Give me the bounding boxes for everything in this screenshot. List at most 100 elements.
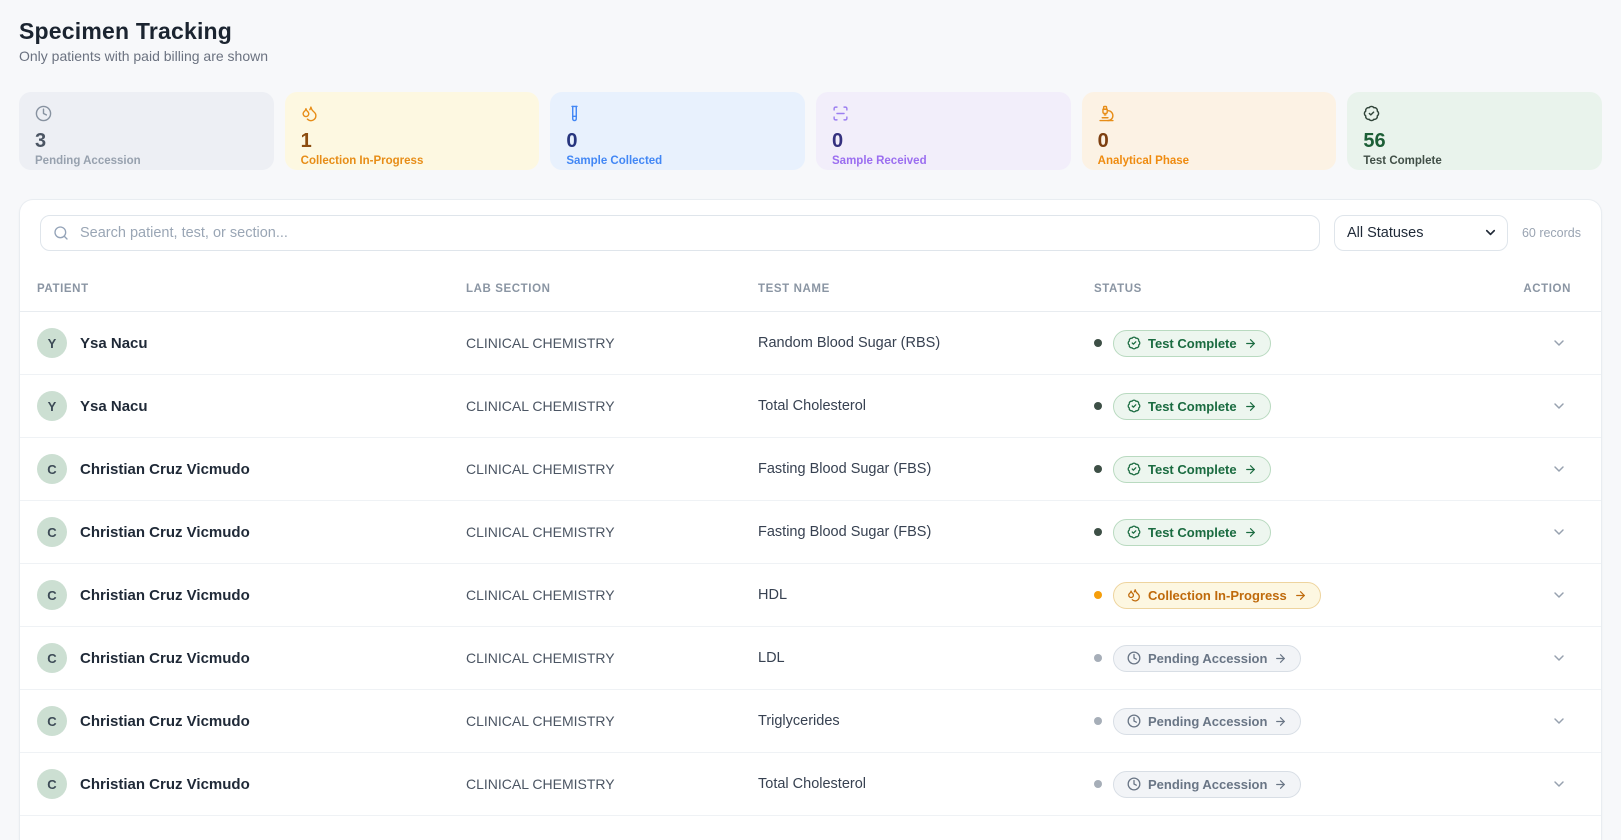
test-name: Triglycerides [758, 713, 840, 729]
stat-count: 56 [1363, 130, 1386, 152]
test-tube-icon [566, 105, 583, 122]
patient-name: Christian Cruz Vicmudo [80, 523, 250, 541]
chevron-down-icon [1551, 650, 1567, 666]
arrow-right-icon [1244, 463, 1257, 476]
column-header-action: ACTION [1523, 282, 1571, 295]
test-name: Fasting Blood Sugar (FBS) [758, 461, 932, 477]
row-expand-button[interactable] [1547, 457, 1571, 481]
badge-check-icon [1127, 399, 1141, 413]
column-header-status: STATUS [1094, 282, 1142, 295]
table-row: C Christian Cruz Vicmudo CLINICAL CHEMIS… [20, 690, 1601, 753]
row-expand-button[interactable] [1547, 646, 1571, 670]
arrow-right-icon [1274, 778, 1287, 791]
page-subtitle: Only patients with paid billing are show… [19, 48, 269, 64]
stat-count: 0 [566, 130, 578, 152]
table-row: C Christian Cruz Vicmudo CLINICAL CHEMIS… [20, 627, 1601, 690]
chevron-down-icon [1551, 398, 1567, 414]
row-expand-button[interactable] [1547, 583, 1571, 607]
table-toolbar: All Statuses 60 records [20, 200, 1601, 266]
scan-line-icon [832, 105, 849, 122]
badge-check-icon [1363, 105, 1380, 122]
status-dot [1094, 780, 1102, 788]
row-expand-button[interactable] [1547, 709, 1571, 733]
status-label: Collection In-Progress [1148, 587, 1287, 603]
avatar: C [37, 643, 67, 673]
status-dot [1094, 402, 1102, 410]
status-badge[interactable]: Test Complete [1113, 392, 1271, 420]
stat-count: 0 [1097, 130, 1109, 152]
status-label: Test Complete [1148, 524, 1237, 540]
table-body: Y Ysa Nacu CLINICAL CHEMISTRY Random Blo… [20, 312, 1601, 816]
badge-check-icon [1127, 336, 1141, 350]
status-label: Pending Accession [1148, 650, 1268, 666]
test-name: HDL [758, 587, 788, 603]
status-badge[interactable]: Collection In-Progress [1113, 581, 1321, 609]
records-count: 60 records [1521, 226, 1581, 240]
row-expand-button[interactable] [1547, 520, 1571, 544]
status-dot [1094, 528, 1102, 536]
column-header-test-name: TEST NAME [758, 282, 830, 295]
status-badge[interactable]: Test Complete [1113, 455, 1271, 483]
avatar: C [37, 517, 67, 547]
patient-name: Christian Cruz Vicmudo [80, 775, 250, 793]
status-label: Pending Accession [1148, 713, 1268, 729]
test-name: LDL [758, 650, 785, 666]
patient-name: Christian Cruz Vicmudo [80, 586, 250, 604]
stat-count: 0 [832, 130, 844, 152]
status-dot [1094, 591, 1102, 599]
status-label: Test Complete [1148, 398, 1237, 414]
stat-label: Analytical Phase [1097, 155, 1190, 167]
row-expand-button[interactable] [1547, 331, 1571, 355]
test-name: Total Cholesterol [758, 776, 866, 792]
table-row: C Christian Cruz Vicmudo CLINICAL CHEMIS… [20, 564, 1601, 627]
stat-label: Sample Collected [566, 155, 663, 167]
status-filter: All Statuses [1333, 215, 1508, 251]
lab-section: CLINICAL CHEMISTRY [466, 398, 615, 414]
test-name: Fasting Blood Sugar (FBS) [758, 524, 932, 540]
avatar: C [37, 580, 67, 610]
status-dot [1094, 465, 1102, 473]
search-icon [53, 225, 69, 241]
stat-card: 56 Test Complete [1347, 92, 1602, 170]
stat-count: 1 [300, 130, 312, 152]
specimen-tracking-page: Specimen Tracking Only patients with pai… [0, 0, 1621, 840]
status-badge[interactable]: Test Complete [1113, 518, 1271, 546]
status-dot [1094, 654, 1102, 662]
status-badge[interactable]: Pending Accession [1113, 644, 1302, 672]
status-label: Test Complete [1148, 335, 1237, 351]
clock-icon [35, 105, 52, 122]
lab-section: CLINICAL CHEMISTRY [466, 587, 615, 603]
table-row: C Christian Cruz Vicmudo CLINICAL CHEMIS… [20, 501, 1601, 564]
avatar: C [37, 706, 67, 736]
stat-count: 3 [35, 130, 47, 152]
column-header-lab-section: LAB SECTION [466, 282, 551, 295]
arrow-right-icon [1244, 400, 1257, 413]
status-filter-select[interactable]: All Statuses [1333, 215, 1508, 251]
status-badge[interactable]: Pending Accession [1113, 770, 1302, 798]
badge-check-icon [1127, 525, 1141, 539]
status-label: Pending Accession [1148, 776, 1268, 792]
status-label: Test Complete [1148, 461, 1237, 477]
search-input[interactable] [78, 224, 1307, 242]
arrow-right-icon [1244, 526, 1257, 539]
status-badge[interactable]: Test Complete [1113, 329, 1271, 357]
row-expand-button[interactable] [1547, 394, 1571, 418]
stat-card: 0 Analytical Phase [1081, 92, 1337, 170]
badge-check-icon [1127, 462, 1141, 476]
page-title: Specimen Tracking [19, 18, 233, 44]
status-dot [1094, 717, 1102, 725]
clock-icon [1127, 651, 1141, 665]
status-badge[interactable]: Pending Accession [1113, 707, 1302, 735]
table-row: C Christian Cruz Vicmudo CLINICAL CHEMIS… [20, 753, 1601, 816]
chevron-down-icon [1551, 461, 1567, 477]
avatar: Y [37, 391, 67, 421]
chevron-down-icon [1551, 713, 1567, 729]
lab-section: CLINICAL CHEMISTRY [466, 524, 615, 540]
droplets-icon [1127, 588, 1141, 602]
stat-label: Pending Accession [35, 155, 141, 167]
chevron-down-icon [1551, 776, 1567, 792]
stat-card: 0 Sample Collected [550, 92, 805, 170]
test-name: Random Blood Sugar (RBS) [758, 335, 941, 351]
arrow-right-icon [1274, 652, 1287, 665]
row-expand-button[interactable] [1547, 772, 1571, 796]
